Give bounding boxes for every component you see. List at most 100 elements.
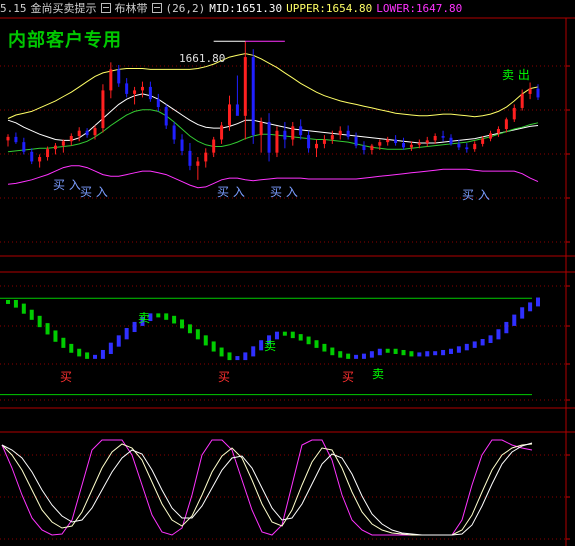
osc-bar: [401, 349, 406, 356]
candle-body: [322, 139, 326, 144]
candle-body: [109, 69, 113, 91]
osc-bar: [251, 346, 256, 357]
candle-body: [164, 107, 168, 126]
indicator-title: 金尚买卖提示: [30, 2, 97, 15]
osc-bar: [93, 354, 98, 359]
candle-body: [402, 143, 406, 148]
candle-body: [227, 104, 231, 126]
candle-body: [425, 140, 429, 144]
candle-body: [243, 57, 247, 116]
osc-bar: [409, 351, 414, 357]
candle-body: [180, 139, 184, 151]
osc-bar: [448, 348, 453, 354]
candle-body: [259, 121, 263, 136]
candle-body: [354, 136, 358, 146]
candle-body: [291, 126, 295, 140]
candle-body: [6, 136, 10, 141]
candle-body: [172, 125, 176, 140]
osc-bar: [45, 323, 50, 335]
stoch-line-j: [1, 442, 533, 536]
osc-bar: [100, 349, 105, 359]
candle-body: [188, 150, 192, 166]
candle-body: [378, 142, 382, 146]
candle-body: [520, 93, 524, 108]
candle-body: [528, 88, 532, 94]
band-name: 布林带: [114, 2, 148, 15]
lower-value: LOWER:1647.80: [376, 2, 463, 15]
osc-bar: [456, 346, 461, 353]
candle-body: [275, 130, 279, 153]
candle-body: [362, 145, 366, 151]
osc-bar: [108, 342, 113, 354]
candle-body: [220, 125, 224, 140]
candle-body: [283, 130, 287, 140]
osc-bar: [124, 328, 129, 340]
collapse-box-icon[interactable]: [151, 3, 162, 13]
candle-body: [457, 143, 461, 148]
candle-body: [85, 130, 89, 136]
osc-bar: [227, 352, 232, 361]
buy-signal-label: 买 入: [217, 185, 245, 199]
osc-sell-label: 卖: [138, 311, 151, 325]
candle-body: [394, 139, 398, 144]
candle-body: [409, 144, 413, 148]
candle-body: [267, 121, 271, 153]
osc-bar: [377, 348, 382, 356]
osc-bar: [53, 330, 58, 342]
candle-body: [489, 133, 493, 139]
band-line-upper: [7, 53, 539, 119]
candle-body: [196, 161, 200, 166]
osc-bar: [441, 349, 446, 356]
peak-price-label: 1661.80: [179, 52, 226, 65]
candle-body: [496, 128, 500, 134]
osc-bar: [425, 351, 430, 357]
watermark-text: 内部客户专用: [8, 30, 122, 51]
upper-value: UPPER:1654.80: [286, 2, 373, 15]
osc-buy-label: 买: [342, 370, 355, 384]
osc-bar: [393, 348, 398, 354]
candle-body: [386, 139, 390, 143]
candle-body: [204, 152, 208, 162]
stoch-line-d: [1, 443, 533, 536]
osc-bar: [417, 352, 422, 357]
candle-body: [22, 142, 26, 152]
osc-bar: [156, 313, 161, 318]
osc-bar: [85, 352, 90, 359]
osc-bar: [235, 356, 240, 361]
candle-body: [330, 135, 334, 140]
collapse-box-icon[interactable]: [100, 3, 111, 13]
osc-bar: [195, 329, 200, 340]
candle-body: [212, 139, 216, 153]
osc-bar: [69, 343, 74, 353]
candle-body: [512, 107, 516, 120]
osc-bar: [259, 340, 264, 351]
candle-body: [536, 88, 540, 98]
candle-body: [156, 99, 160, 108]
osc-sell-label: 卖: [372, 367, 385, 381]
candle-body: [140, 86, 144, 91]
osc-bar: [282, 331, 287, 336]
band-params: (26,2): [165, 2, 206, 15]
candle-body: [148, 86, 152, 100]
osc-bar: [290, 331, 295, 339]
osc-bar: [520, 307, 525, 319]
candle-body: [93, 128, 97, 136]
candle-body: [117, 69, 121, 84]
osc-bar: [180, 319, 185, 329]
osc-bar: [472, 341, 477, 348]
osc-bar: [354, 354, 359, 359]
chart-canvas[interactable]: [0, 0, 575, 546]
osc-bar: [132, 321, 137, 333]
osc-bar: [77, 348, 82, 357]
candle-body: [101, 90, 105, 129]
candle-body: [417, 143, 421, 145]
buy-signal-label: 买 入: [80, 185, 108, 199]
osc-bar: [219, 347, 224, 357]
osc-bar: [211, 341, 216, 352]
candle-body: [61, 141, 65, 146]
osc-bar: [116, 335, 121, 347]
osc-bar: [346, 353, 351, 359]
candle-body: [30, 151, 34, 162]
candle-body: [53, 145, 57, 150]
header-prefix: 5.15: [0, 2, 27, 15]
